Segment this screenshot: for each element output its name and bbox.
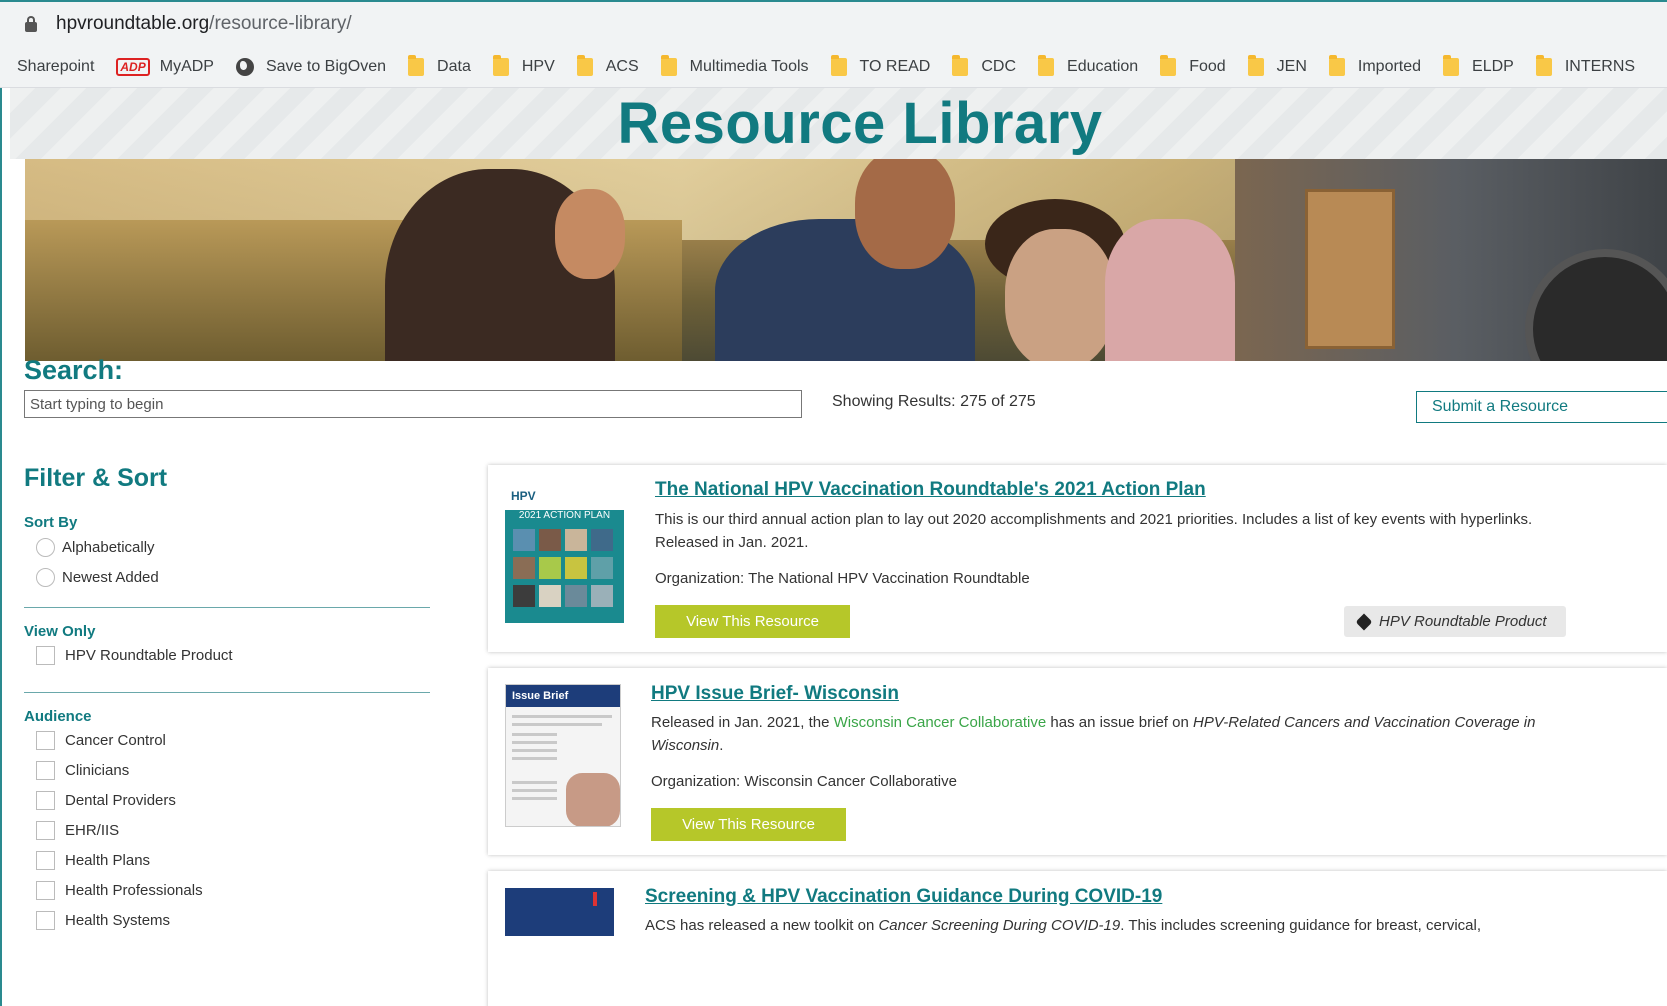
search-input[interactable] bbox=[24, 390, 802, 418]
sort-newest-radio[interactable]: Newest Added bbox=[36, 568, 159, 587]
view-resource-button[interactable]: View This Resource bbox=[655, 605, 850, 638]
bookmark-sharepoint[interactable]: Sharepoint bbox=[17, 58, 94, 76]
bookmark-education[interactable]: Education bbox=[1038, 54, 1138, 76]
page-title: Resource Library bbox=[617, 91, 1103, 156]
divider bbox=[24, 607, 430, 608]
sort-by-heading: Sort By bbox=[24, 514, 78, 531]
resource-thumbnail[interactable]: Issue Brief bbox=[505, 684, 621, 827]
url-domain: hpvroundtable.org bbox=[56, 13, 210, 34]
bookmark-myadp[interactable]: ADP MyADP bbox=[116, 57, 214, 76]
divider bbox=[24, 692, 430, 693]
results-count: Showing Results: 275 of 275 bbox=[832, 393, 1036, 410]
folder-icon bbox=[1160, 54, 1177, 76]
url-path: /resource-library/ bbox=[209, 13, 352, 34]
filter-hpv-roundtable-product[interactable]: HPV Roundtable Product bbox=[36, 646, 233, 665]
bookmark-to-read[interactable]: TO READ bbox=[830, 54, 930, 76]
folder-icon bbox=[1247, 54, 1264, 76]
filter-sort-heading: Filter & Sort bbox=[24, 464, 168, 492]
resource-description: This is our third annual action plan to … bbox=[655, 511, 1533, 551]
checkbox-icon bbox=[36, 731, 55, 750]
issue-brief-header: Issue Brief bbox=[506, 685, 620, 707]
resource-card: Issue Brief HPV Issue Brief- Wisconsin R… bbox=[488, 668, 1667, 855]
bookmark-food[interactable]: Food bbox=[1160, 54, 1226, 76]
hpv-roundtable-product-tag[interactable]: HPV Roundtable Product bbox=[1344, 606, 1566, 637]
wisconsin-cancer-collaborative-link[interactable]: Wisconsin Cancer Collaborative bbox=[834, 714, 1047, 731]
tag-icon bbox=[1355, 613, 1373, 630]
folder-icon bbox=[830, 54, 847, 76]
resource-title-link[interactable]: HPV Issue Brief- Wisconsin bbox=[651, 683, 899, 705]
resource-card: Screening & HPV Vaccination Guidance Dur… bbox=[488, 871, 1667, 1006]
folder-icon bbox=[492, 54, 509, 76]
resource-description: Released in Jan. 2021, the Wisconsin Can… bbox=[651, 714, 1536, 754]
audience-health-systems[interactable]: Health Systems bbox=[36, 911, 170, 930]
bookmark-acs[interactable]: ACS bbox=[576, 54, 639, 76]
adp-logo-icon: ADP bbox=[116, 57, 150, 76]
bookmark-multimedia-tools[interactable]: Multimedia Tools bbox=[660, 54, 809, 76]
bookmark-bigoven[interactable]: Save to BigOven bbox=[235, 57, 386, 76]
checkbox-icon bbox=[36, 881, 55, 900]
folder-icon bbox=[1328, 54, 1345, 76]
globe-icon bbox=[235, 57, 254, 76]
audience-dental-providers[interactable]: Dental Providers bbox=[36, 791, 176, 810]
lock-icon bbox=[24, 16, 38, 32]
bookmark-eldp[interactable]: ELDP bbox=[1443, 54, 1514, 76]
folder-icon bbox=[952, 54, 969, 76]
audience-health-professionals[interactable]: Health Professionals bbox=[36, 881, 203, 900]
url-text[interactable]: hpvroundtable.org/resource-library/ bbox=[56, 13, 352, 35]
resource-organization: Organization: The National HPV Vaccinati… bbox=[655, 570, 1030, 587]
window-frame bbox=[0, 0, 8, 1006]
bookmarks-bar: Sharepoint ADP MyADP Save to BigOven Data… bbox=[0, 46, 1667, 88]
search-label: Search: bbox=[24, 355, 124, 385]
hpv-logo: HPV bbox=[505, 483, 624, 510]
folder-icon bbox=[660, 54, 677, 76]
checkbox-icon bbox=[36, 761, 55, 780]
page-content: Resource Library Search: Showing Results… bbox=[10, 88, 1667, 1006]
bookmark-data[interactable]: Data bbox=[408, 54, 471, 76]
audience-clinicians[interactable]: Clinicians bbox=[36, 761, 129, 780]
radio-icon bbox=[36, 568, 55, 587]
submit-resource-button[interactable]: Submit a Resource bbox=[1416, 391, 1667, 423]
resource-thumbnail[interactable] bbox=[505, 888, 614, 936]
checkbox-icon bbox=[36, 911, 55, 930]
audience-cancer-control[interactable]: Cancer Control bbox=[36, 731, 166, 750]
folder-icon bbox=[576, 54, 593, 76]
resource-card: HPV 2021 ACTION PLAN The National HPV Va… bbox=[488, 465, 1667, 652]
view-resource-button[interactable]: View This Resource bbox=[651, 808, 846, 841]
folder-icon bbox=[1535, 54, 1552, 76]
bookmark-hpv[interactable]: HPV bbox=[492, 54, 555, 76]
resource-description: ACS has released a new toolkit on Cancer… bbox=[645, 917, 1481, 934]
audience-health-plans[interactable]: Health Plans bbox=[36, 851, 150, 870]
folder-icon bbox=[1443, 54, 1460, 76]
checkbox-icon bbox=[36, 646, 55, 665]
bookmark-interns[interactable]: INTERNS bbox=[1535, 54, 1635, 76]
bookmark-jen[interactable]: JEN bbox=[1247, 54, 1307, 76]
audience-ehr-iis[interactable]: EHR/IIS bbox=[36, 821, 119, 840]
folder-icon bbox=[1038, 54, 1055, 76]
thumbnail-banner: 2021 ACTION PLAN bbox=[518, 510, 611, 521]
resource-title-link[interactable]: The National HPV Vaccination Roundtable'… bbox=[655, 479, 1206, 501]
checkbox-icon bbox=[36, 821, 55, 840]
bookmark-cdc[interactable]: CDC bbox=[952, 54, 1016, 76]
folder-icon bbox=[408, 54, 425, 76]
checkbox-icon bbox=[36, 791, 55, 810]
address-bar[interactable]: hpvroundtable.org/resource-library/ bbox=[0, 0, 1667, 46]
hero-image bbox=[25, 159, 1667, 361]
audience-heading: Audience bbox=[24, 708, 92, 725]
sort-alphabetically-radio[interactable]: Alphabetically bbox=[36, 538, 155, 557]
resource-thumbnail[interactable]: HPV 2021 ACTION PLAN bbox=[505, 483, 624, 623]
checkbox-icon bbox=[36, 851, 55, 870]
resource-title-link[interactable]: Screening & HPV Vaccination Guidance Dur… bbox=[645, 886, 1162, 908]
view-only-heading: View Only bbox=[24, 623, 96, 640]
radio-icon bbox=[36, 538, 55, 557]
bookmark-imported[interactable]: Imported bbox=[1328, 54, 1421, 76]
resource-organization: Organization: Wisconsin Cancer Collabora… bbox=[651, 773, 957, 790]
